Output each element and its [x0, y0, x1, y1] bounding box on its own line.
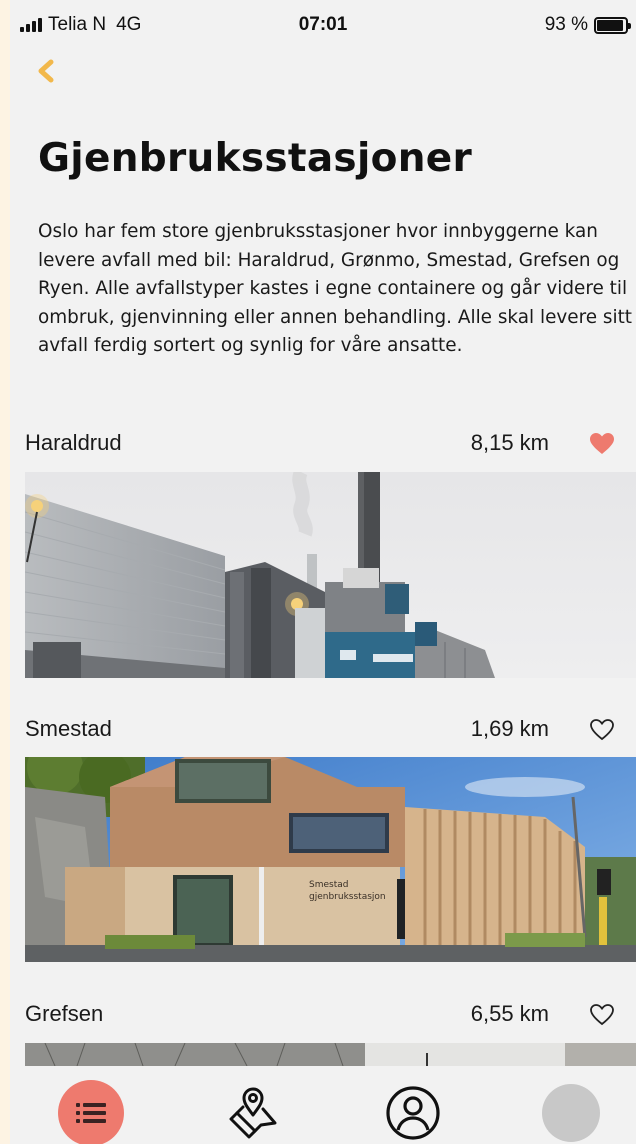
heart-outline-icon: [590, 719, 614, 741]
station-distance: 8,15 km: [470, 430, 549, 455]
list-icon: [76, 1103, 106, 1123]
heart-outline-icon: [590, 1004, 614, 1026]
station-photo-grefsen[interactable]: [25, 1043, 636, 1066]
favorite-button[interactable]: [588, 1001, 616, 1029]
intro-text: Oslo har fem store gjenbruksstasjoner hv…: [38, 221, 633, 356]
station-header-haraldrud[interactable]: Haraldrud 8,15 km: [10, 424, 636, 464]
status-time: 07:01: [298, 14, 348, 35]
chevron-left-icon: [38, 59, 54, 83]
page-title: Gjenbruksstasjoner: [38, 136, 473, 181]
avatar-icon: [542, 1084, 600, 1142]
tab-avatar[interactable]: [538, 1080, 604, 1144]
status-right: 93 %: [544, 14, 631, 36]
station-distance: 6,55 km: [470, 1001, 549, 1026]
station-name: Smestad: [25, 716, 112, 741]
trees-image: [25, 1043, 636, 1066]
tab-map[interactable]: [220, 1080, 286, 1144]
svg-text:gjenbruksstasjon: gjenbruksstasjon: [309, 892, 386, 902]
station-photo-smestad[interactable]: Smestad gjenbruksstasjon: [25, 757, 636, 962]
back-button[interactable]: [32, 56, 62, 86]
app-screen: Telia N 4G 07:01 93 % Gjenbruksstasjoner…: [10, 0, 636, 1144]
status-bar: Telia N 4G 07:01 93 %: [10, 0, 636, 50]
industrial-building-image: [25, 472, 636, 678]
svg-text:Smestad: Smestad: [309, 880, 348, 890]
station-header-smestad[interactable]: Smestad 1,69 km: [10, 710, 636, 750]
tab-list[interactable]: [58, 1080, 124, 1144]
heart-filled-icon: [590, 433, 614, 454]
battery-percent: 93 %: [544, 14, 588, 35]
favorite-button[interactable]: [588, 430, 616, 458]
station-header-grefsen[interactable]: Grefsen 6,55 km: [10, 995, 636, 1035]
favorite-button[interactable]: [588, 716, 616, 744]
station-photo-haraldrud[interactable]: [25, 472, 636, 678]
tab-profile[interactable]: [380, 1080, 446, 1144]
station-name: Haraldrud: [25, 430, 122, 455]
tab-bar: [10, 1066, 636, 1144]
user-circle-icon: [386, 1086, 440, 1140]
map-pin-icon: [229, 1087, 277, 1139]
battery-icon: [594, 16, 631, 34]
tab-list-active-bg: [58, 1080, 124, 1144]
station-name: Grefsen: [25, 1001, 104, 1026]
station-distance: 1,69 km: [470, 716, 549, 741]
recycling-station-building-image: Smestad gjenbruksstasjon: [25, 757, 636, 962]
